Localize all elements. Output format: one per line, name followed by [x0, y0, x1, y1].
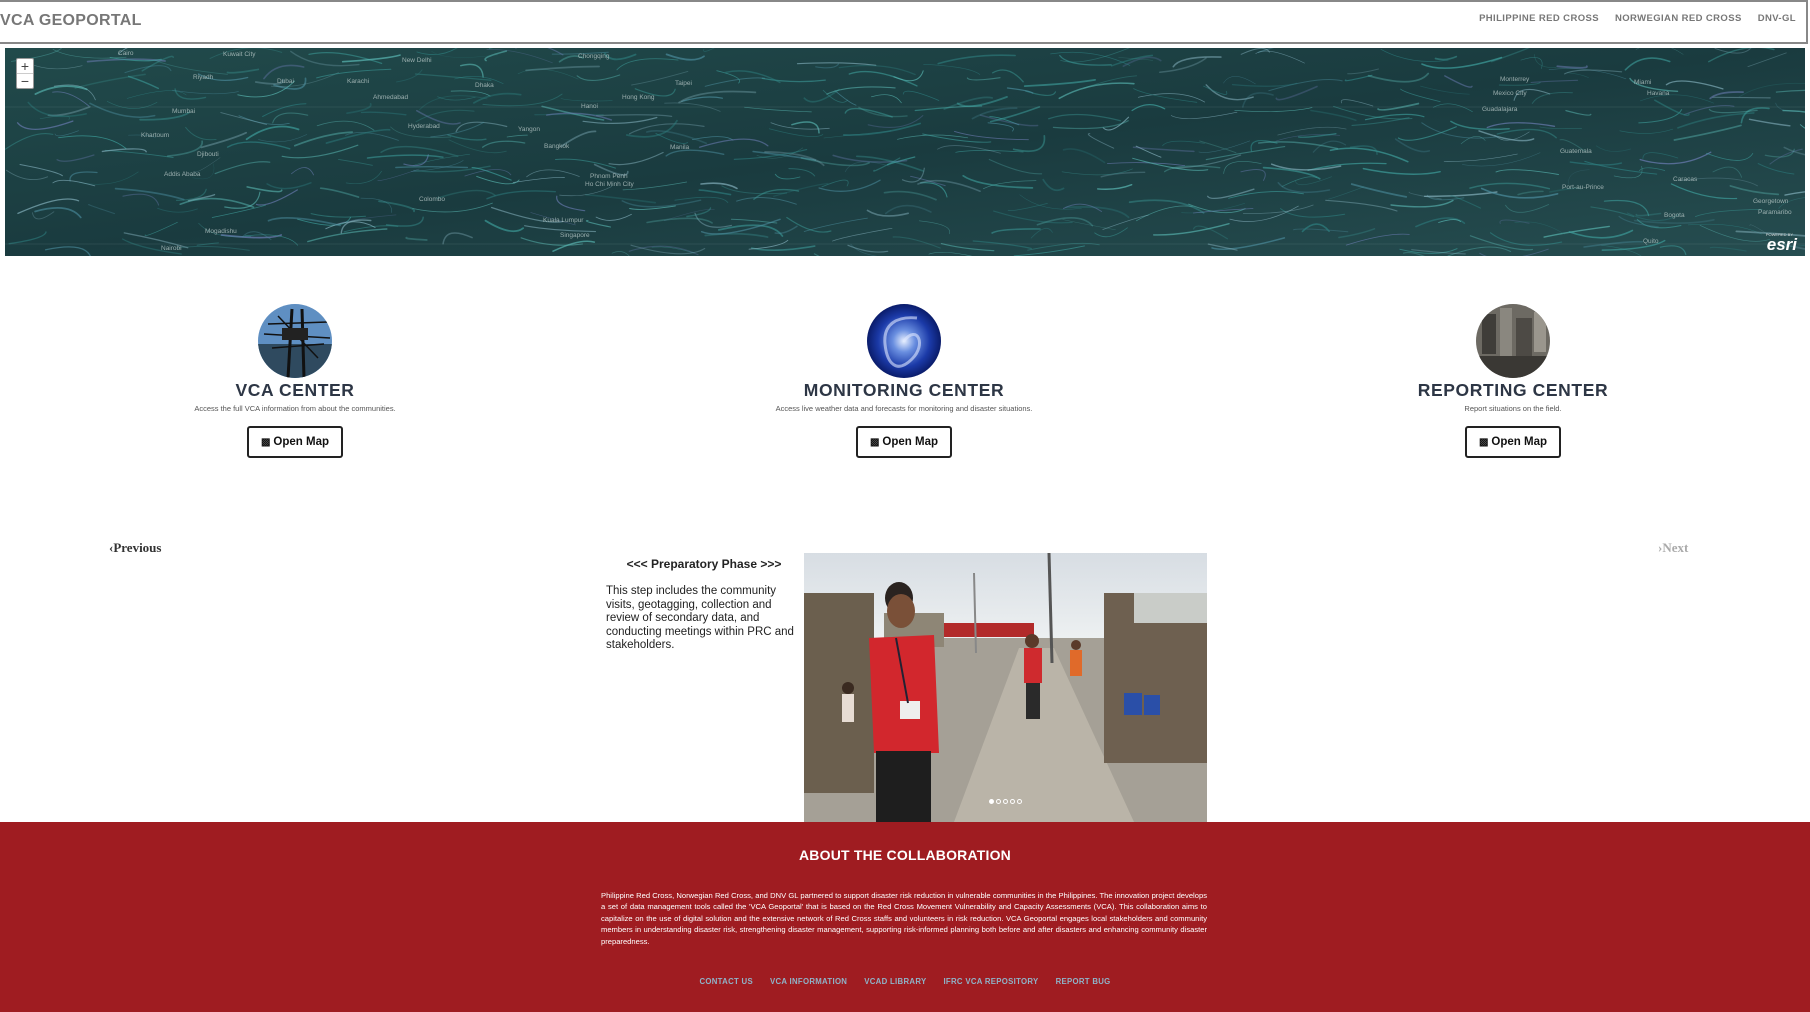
- phase-description: This step includes the community visits,…: [606, 585, 794, 651]
- carousel-dot[interactable]: [1003, 799, 1008, 804]
- map-icon: ▩: [260, 437, 271, 448]
- city-label: Port-au-Prince: [1562, 184, 1604, 191]
- open-map-label: Open Map: [273, 436, 330, 448]
- zoom-in-button[interactable]: +: [17, 59, 33, 73]
- footer-link-report-bug[interactable]: REPORT BUG: [1056, 977, 1111, 986]
- brand-title[interactable]: VCA GEOPORTAL: [0, 12, 142, 30]
- city-label: Miami: [1634, 79, 1652, 86]
- city-label: Karachi: [347, 78, 370, 85]
- nav-links: PHILIPPINE RED CROSS NORWEGIAN RED CROSS…: [1479, 13, 1796, 24]
- nav-link-dnv-gl[interactable]: DNV-GL: [1758, 13, 1796, 24]
- city-label: Mumbai: [172, 108, 196, 115]
- nav-link-philippine-red-cross[interactable]: PHILIPPINE RED CROSS: [1479, 13, 1599, 24]
- monitoring-center-title: MONITORING CENTER: [803, 380, 1005, 400]
- city-label: Caracas: [1673, 176, 1698, 183]
- city-label: Kuwait City: [223, 51, 256, 58]
- city-label: Guatemala: [1560, 148, 1592, 155]
- city-label: Cairo: [118, 50, 134, 57]
- city-label: Mexico City: [1493, 90, 1527, 97]
- monitoring-center-card: MONITORING CENTER Access live weather da…: [694, 304, 1114, 458]
- reporting-center-title: REPORTING CENTER: [1417, 380, 1609, 400]
- city-label: Nairobi: [161, 245, 182, 252]
- city-label: Bogota: [1664, 212, 1685, 219]
- carousel-dot[interactable]: [989, 799, 994, 804]
- city-label: Phnom Penh: [590, 173, 628, 180]
- vca-open-map-button[interactable]: ▩ Open Map: [246, 426, 344, 458]
- city-label: Mogadishu: [205, 228, 237, 235]
- footer-link-vca-information[interactable]: VCA INFORMATION: [770, 977, 847, 986]
- city-label: Paramaribo: [1758, 209, 1792, 216]
- city-label: Ho Chi Minh City: [585, 181, 634, 188]
- reporting-center-image: [1476, 304, 1550, 378]
- monitoring-center-image: [867, 304, 941, 378]
- vca-center-image: [258, 304, 332, 378]
- reporting-open-map-button[interactable]: ▩ Open Map: [1464, 426, 1562, 458]
- footer-about-text: Philippine Red Cross, Norwegian Red Cros…: [601, 891, 1207, 946]
- zoom-control: + −: [16, 58, 34, 89]
- carousel-dot[interactable]: [1010, 799, 1015, 804]
- city-label: Georgetown: [1753, 198, 1789, 205]
- city-label: Hong Kong: [622, 94, 655, 101]
- city-label: Riyadh: [193, 74, 214, 81]
- city-label: Ahmedabad: [373, 94, 409, 101]
- reporting-center-card: REPORTING CENTER Report situations on th…: [1303, 304, 1723, 458]
- city-label: Manila: [670, 144, 690, 151]
- monitoring-center-description: Access live weather data and forecasts f…: [775, 404, 1033, 413]
- open-map-label: Open Map: [882, 436, 939, 448]
- city-label: Singapore: [560, 232, 590, 239]
- footer-title: ABOUT THE COLLABORATION: [799, 847, 1011, 863]
- footer-links: CONTACT US VCA INFORMATION VCAD LIBRARY …: [0, 977, 1810, 986]
- carousel-dot[interactable]: [1017, 799, 1022, 804]
- city-label: Chongqing: [578, 53, 610, 60]
- city-label: Addis Ababa: [164, 171, 201, 178]
- city-label: New Delhi: [402, 57, 432, 64]
- city-label: Monterrey: [1500, 76, 1530, 83]
- reporting-center-description: Report situations on the field.: [1464, 404, 1562, 413]
- wind-map[interactable]: Cairo Kuwait City New Delhi Chongqing Riyadh…: [5, 48, 1805, 256]
- city-label: Hanoi: [581, 103, 598, 110]
- footer-link-contact-us[interactable]: CONTACT US: [699, 977, 753, 986]
- carousel-previous-button[interactable]: ‹Previous: [109, 540, 161, 556]
- city-label: Quito: [1643, 238, 1659, 245]
- city-label: Taipei: [675, 80, 692, 87]
- phase-title: <<< Preparatory Phase >>>: [626, 557, 782, 571]
- carousel-dot[interactable]: [996, 799, 1001, 804]
- city-label: Djibouti: [197, 151, 219, 158]
- nav-link-norwegian-red-cross[interactable]: NORWEGIAN RED CROSS: [1615, 13, 1742, 24]
- city-label: Hyderabad: [408, 123, 440, 130]
- footer-link-ifrc-vca-repository[interactable]: IFRC VCA REPOSITORY: [943, 977, 1038, 986]
- monitoring-open-map-button[interactable]: ▩ Open Map: [855, 426, 953, 458]
- vca-center-card: VCA CENTER Access the full VCA informati…: [85, 304, 505, 458]
- vca-center-title: VCA CENTER: [235, 380, 355, 400]
- carousel-photo: [804, 553, 1207, 822]
- wind-flow-layer: [5, 48, 1805, 256]
- map-icon: ▩: [869, 437, 880, 448]
- carousel-next-button[interactable]: ›Next: [1658, 540, 1688, 556]
- city-label: Bangkok: [544, 143, 570, 150]
- footer-link-vcad-library[interactable]: VCAD LIBRARY: [864, 977, 926, 986]
- city-label: Havana: [1647, 90, 1670, 97]
- vca-center-description: Access the full VCA information from abo…: [194, 404, 396, 413]
- map-icon: ▩: [1478, 437, 1489, 448]
- city-label: Dubai: [277, 78, 294, 85]
- city-label: Yangon: [518, 126, 540, 133]
- city-label: Guadalajara: [1482, 106, 1518, 113]
- city-label: Colombo: [419, 196, 446, 203]
- city-label: Kuala Lumpur: [543, 217, 584, 224]
- footer: ABOUT THE COLLABORATION Philippine Red C…: [0, 822, 1810, 1012]
- top-navbar: VCA GEOPORTAL PHILIPPINE RED CROSS NORWE…: [0, 0, 1808, 44]
- city-label: Dhaka: [475, 82, 494, 89]
- open-map-label: Open Map: [1491, 436, 1548, 448]
- esri-logo[interactable]: esri: [1767, 235, 1797, 255]
- carousel-indicators: [804, 799, 1207, 804]
- city-label: Khartoum: [141, 132, 170, 139]
- zoom-out-button[interactable]: −: [17, 73, 33, 88]
